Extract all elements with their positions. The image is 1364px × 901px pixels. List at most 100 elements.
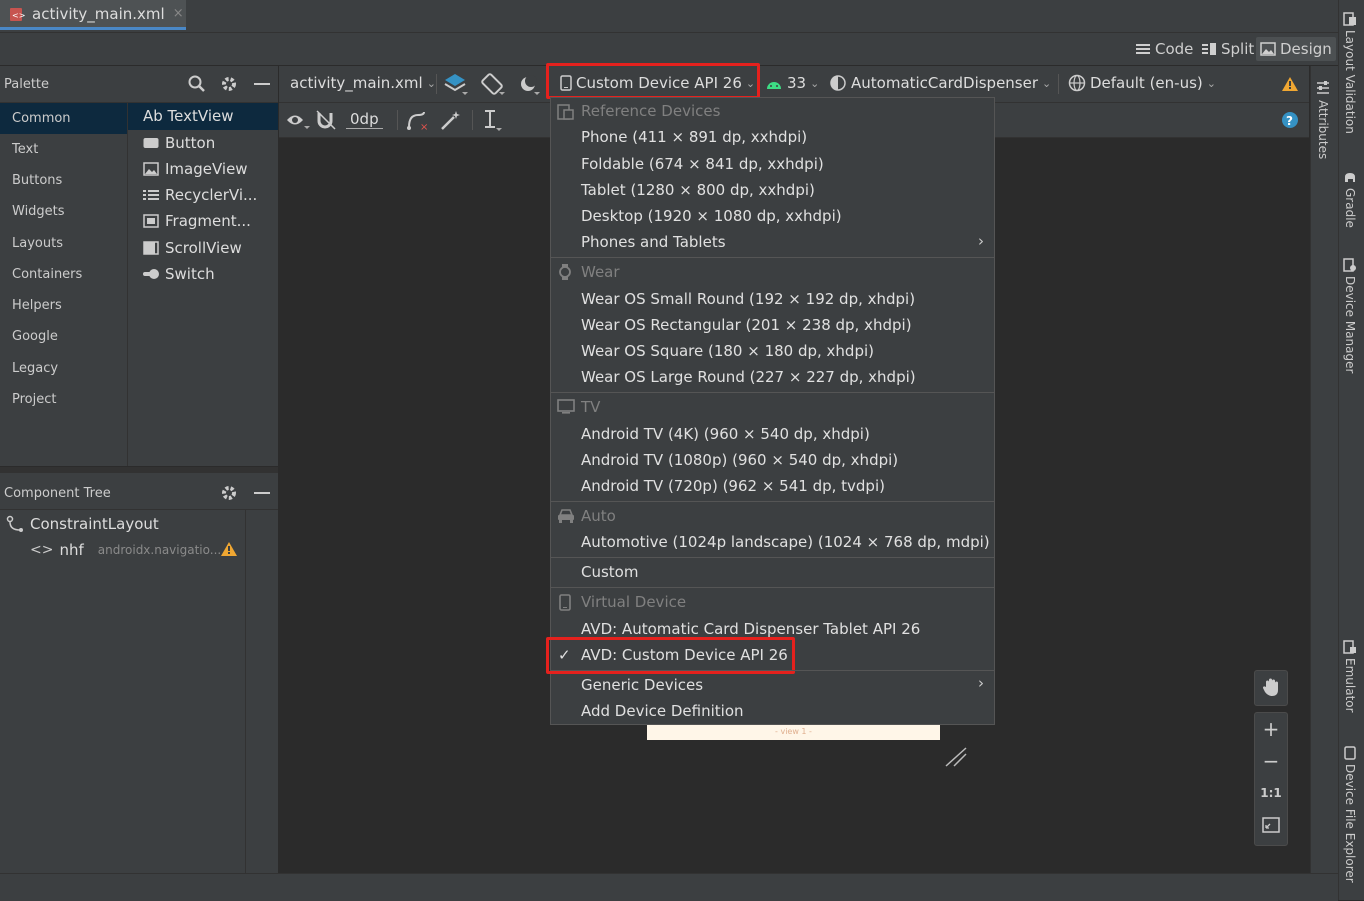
warning-icon[interactable]: [220, 541, 238, 557]
menu-item-avd-card-dispenser-tablet[interactable]: AVD: Automatic Card Dispenser Tablet API…: [581, 620, 920, 638]
palette-category-google[interactable]: Google: [12, 329, 58, 344]
api-level-dropdown[interactable]: 33 ⌄: [765, 74, 819, 92]
menu-item-add-device-definition[interactable]: Add Device Definition: [581, 702, 744, 720]
file-selector-dropdown[interactable]: activity_main.xml ⌄: [290, 74, 436, 92]
zoom-in-button[interactable]: +: [1255, 713, 1287, 745]
layout-validation-tool-button[interactable]: Layout Validation: [1343, 12, 1357, 134]
palette-category-buttons[interactable]: Buttons: [12, 173, 62, 188]
palette-category-containers[interactable]: Containers: [12, 267, 82, 282]
code-mode-label: Code: [1155, 40, 1194, 58]
toolbar-separator: [472, 110, 473, 130]
xml-file-icon: <>: [8, 5, 26, 23]
clear-constraints-icon[interactable]: ×: [406, 109, 430, 131]
palette-widget-imageview[interactable]: ImageView: [143, 160, 248, 178]
minimize-icon[interactable]: [254, 492, 270, 494]
palette-category-text[interactable]: Text: [12, 142, 38, 157]
palette-category-project[interactable]: Project: [12, 392, 56, 407]
layout-preview-surface[interactable]: - view 1 -: [647, 725, 940, 740]
menu-item-tablet[interactable]: Tablet (1280 × 800 dp, xxhdpi): [581, 181, 815, 199]
palette-widget-switch[interactable]: Switch: [143, 265, 215, 283]
attributes-tool-strip: [1310, 66, 1339, 873]
palette-widget-label: ScrollView: [165, 239, 242, 257]
tree-node-label: ConstraintLayout: [30, 515, 159, 533]
theme-label: AutomaticCardDispenser: [851, 74, 1039, 92]
palette-widget-button[interactable]: Button: [143, 134, 215, 152]
tree-node-constraint-layout[interactable]: ConstraintLayout: [6, 515, 159, 533]
menu-item-android-tv-1080p[interactable]: Android TV (1080p) (960 × 540 dp, xhdpi): [581, 451, 898, 469]
menu-item-custom[interactable]: Custom: [581, 563, 638, 581]
orientation-icon[interactable]: [481, 72, 505, 96]
editor-tab-activity-main[interactable]: <> activity_main.xml ×: [0, 0, 186, 30]
palette-widget-scrollview[interactable]: ScrollView: [143, 239, 242, 257]
device-manager-label: Device Manager: [1343, 276, 1357, 374]
guidelines-icon[interactable]: [482, 108, 504, 132]
warning-icon[interactable]: [1281, 76, 1299, 92]
zoom-out-button[interactable]: −: [1255, 745, 1287, 777]
palette-category-helpers[interactable]: Helpers: [12, 298, 62, 313]
locale-label: Default (en-us): [1090, 74, 1203, 92]
minimize-icon[interactable]: [254, 83, 270, 85]
zoom-actual-size-button[interactable]: 1:1: [1255, 777, 1287, 809]
palette-category-common[interactable]: Common: [12, 111, 71, 126]
menu-item-desktop[interactable]: Desktop (1920 × 1080 dp, xxhdpi): [581, 207, 842, 225]
code-brackets-icon: <>: [30, 542, 54, 558]
attributes-tool-button[interactable]: Attributes: [1316, 80, 1330, 159]
gradle-tool-button[interactable]: Gradle: [1343, 170, 1357, 228]
eye-icon[interactable]: [286, 110, 310, 130]
zoom-controls: + − 1:1: [1254, 712, 1288, 846]
preview-label: - view 1 -: [775, 727, 812, 736]
search-icon[interactable]: [188, 75, 206, 93]
chevron-right-icon: ›: [978, 232, 984, 250]
sliders-icon: [1316, 80, 1330, 96]
zoom-fit-icon[interactable]: [1255, 809, 1287, 841]
menu-item-generic-devices[interactable]: Generic Devices: [581, 676, 703, 694]
menu-item-wear-large-round[interactable]: Wear OS Large Round (227 × 227 dp, xhdpi…: [581, 368, 916, 386]
magic-wand-icon[interactable]: [440, 109, 462, 131]
night-mode-icon[interactable]: [518, 72, 542, 96]
menu-item-phones-and-tablets[interactable]: Phones and Tablets: [581, 233, 726, 251]
menu-item-phone[interactable]: Phone (411 × 891 dp, xxhdpi): [581, 128, 807, 146]
palette-widget-label: Switch: [165, 265, 215, 283]
default-margin-field[interactable]: 0dp: [346, 110, 383, 129]
palette-widget-textview[interactable]: Ab TextView: [143, 107, 233, 125]
menu-item-wear-small-round[interactable]: Wear OS Small Round (192 × 192 dp, xhdpi…: [581, 290, 915, 308]
locale-dropdown[interactable]: Default (en-us) ⌄: [1068, 74, 1216, 92]
menu-separator: [551, 557, 994, 558]
menu-item-wear-square[interactable]: Wear OS Square (180 × 180 dp, xhdpi): [581, 342, 874, 360]
gear-icon[interactable]: [220, 75, 238, 93]
editor-tab-bar: [0, 0, 1338, 33]
device-file-explorer-tool-button[interactable]: Device File Explorer: [1343, 746, 1357, 883]
help-icon[interactable]: ?: [1281, 111, 1299, 129]
device-manager-tool-button[interactable]: Device Manager: [1343, 258, 1357, 373]
palette-widget-recyclerview[interactable]: RecyclerVi...: [143, 186, 257, 204]
split-mode-button[interactable]: Split: [1197, 37, 1258, 61]
theme-dropdown[interactable]: AutomaticCardDispenser ⌄: [829, 74, 1051, 92]
menu-item-android-tv-720p[interactable]: Android TV (720p) (962 × 541 dp, tvdpi): [581, 477, 885, 495]
palette-title: Palette: [4, 77, 50, 92]
code-mode-button[interactable]: Code: [1131, 37, 1197, 61]
menu-item-foldable[interactable]: Foldable (674 × 841 dp, xxhdpi): [581, 155, 824, 173]
palette-category-widgets[interactable]: Widgets: [12, 204, 65, 219]
resize-handle-icon[interactable]: [944, 746, 968, 768]
menu-header-wear: Wear: [581, 263, 620, 281]
magnet-off-icon[interactable]: [316, 110, 336, 130]
layers-icon[interactable]: [444, 72, 468, 96]
pan-control: [1254, 670, 1288, 706]
menu-item-automotive[interactable]: Automotive (1024p landscape) (1024 × 768…: [581, 533, 990, 551]
gear-icon[interactable]: [220, 484, 238, 502]
pan-hand-icon[interactable]: [1255, 671, 1287, 703]
menu-separator: [551, 587, 994, 588]
toolbar-separator: [436, 74, 437, 94]
tree-node-nhf[interactable]: <> nhf androidx.navigatio...: [30, 541, 221, 559]
emulator-tool-button[interactable]: Emulator: [1343, 640, 1357, 713]
design-mode-button[interactable]: Design: [1256, 37, 1336, 61]
palette-category-legacy[interactable]: Legacy: [12, 361, 58, 376]
toolbar-separator: [1058, 74, 1059, 94]
menu-item-android-tv-4k[interactable]: Android TV (4K) (960 × 540 dp, xhdpi): [581, 425, 870, 443]
gradle-elephant-icon: [1343, 170, 1357, 184]
palette-widget-fragment[interactable]: Fragment...: [143, 212, 251, 230]
phone-icon: [1343, 746, 1357, 760]
close-tab-icon[interactable]: ×: [173, 6, 184, 21]
palette-category-layouts[interactable]: Layouts: [12, 236, 63, 251]
menu-item-wear-rectangular[interactable]: Wear OS Rectangular (201 × 238 dp, xhdpi…: [581, 316, 912, 334]
